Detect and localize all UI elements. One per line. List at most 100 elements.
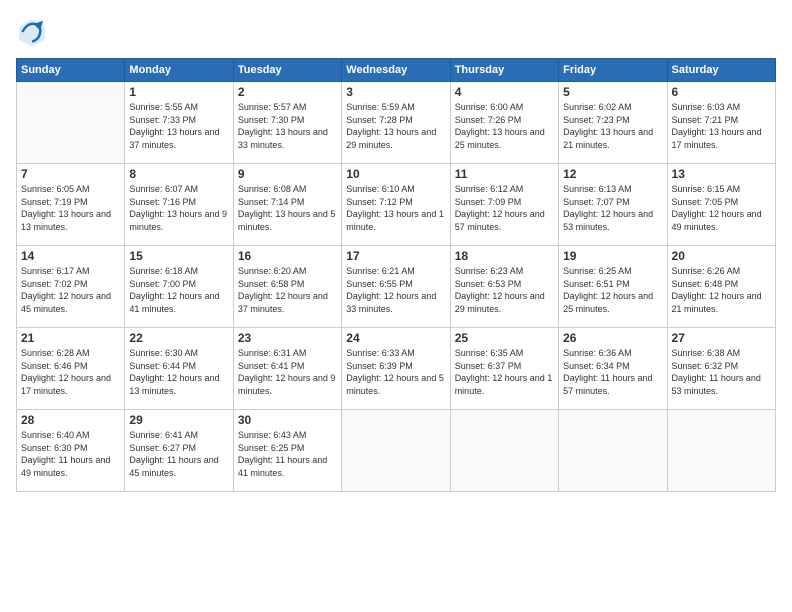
day-info: Sunrise: 6:33 AMSunset: 6:39 PMDaylight:… [346,347,445,397]
day-cell: 5 Sunrise: 6:02 AMSunset: 7:23 PMDaylight… [559,82,667,164]
day-info: Sunrise: 6:07 AMSunset: 7:16 PMDaylight:… [129,183,228,233]
day-number: 5 [563,85,662,99]
day-number: 10 [346,167,445,181]
day-cell: 17 Sunrise: 6:21 AMSunset: 6:55 PMDayligh… [342,246,450,328]
day-number: 30 [238,413,337,427]
week-row-3: 14 Sunrise: 6:17 AMSunset: 7:02 PMDayligh… [17,246,776,328]
day-info: Sunrise: 6:17 AMSunset: 7:02 PMDaylight:… [21,265,120,315]
day-number: 2 [238,85,337,99]
day-cell: 27 Sunrise: 6:38 AMSunset: 6:32 PMDayligh… [667,328,775,410]
calendar: SundayMondayTuesdayWednesdayThursdayFrid… [16,58,776,492]
day-number: 7 [21,167,120,181]
day-info: Sunrise: 6:08 AMSunset: 7:14 PMDaylight:… [238,183,337,233]
day-info: Sunrise: 5:57 AMSunset: 7:30 PMDaylight:… [238,101,337,151]
day-number: 29 [129,413,228,427]
day-cell: 18 Sunrise: 6:23 AMSunset: 6:53 PMDayligh… [450,246,558,328]
day-cell: 25 Sunrise: 6:35 AMSunset: 6:37 PMDayligh… [450,328,558,410]
weekday-monday: Monday [125,59,233,82]
day-info: Sunrise: 6:20 AMSunset: 6:58 PMDaylight:… [238,265,337,315]
day-cell: 4 Sunrise: 6:00 AMSunset: 7:26 PMDaylight… [450,82,558,164]
day-number: 6 [672,85,771,99]
day-cell: 28 Sunrise: 6:40 AMSunset: 6:30 PMDayligh… [17,410,125,492]
day-cell: 23Sunrise: 6:31 AMSunset: 6:41 PMDayligh… [233,328,341,410]
day-cell: 13 Sunrise: 6:15 AMSunset: 7:05 PMDayligh… [667,164,775,246]
day-cell [667,410,775,492]
week-row-5: 28 Sunrise: 6:40 AMSunset: 6:30 PMDayligh… [17,410,776,492]
day-cell: 3Sunrise: 5:59 AMSunset: 7:28 PMDaylight… [342,82,450,164]
day-number: 1 [129,85,228,99]
weekday-tuesday: Tuesday [233,59,341,82]
day-info: Sunrise: 5:55 AMSunset: 7:33 PMDaylight:… [129,101,228,151]
day-cell: 12 Sunrise: 6:13 AMSunset: 7:07 PMDayligh… [559,164,667,246]
day-cell [342,410,450,492]
day-info: Sunrise: 6:10 AMSunset: 7:12 PMDaylight:… [346,183,445,233]
day-cell [450,410,558,492]
day-number: 19 [563,249,662,263]
week-row-4: 21 Sunrise: 6:28 AMSunset: 6:46 PMDayligh… [17,328,776,410]
day-number: 21 [21,331,120,345]
day-cell: 29 Sunrise: 6:41 AMSunset: 6:27 PMDayligh… [125,410,233,492]
day-cell: 2 Sunrise: 5:57 AMSunset: 7:30 PMDaylight… [233,82,341,164]
day-number: 26 [563,331,662,345]
day-cell: 11Sunrise: 6:12 AMSunset: 7:09 PMDayligh… [450,164,558,246]
day-info: Sunrise: 6:43 AMSunset: 6:25 PMDaylight:… [238,429,337,479]
day-cell: 30 Sunrise: 6:43 AMSunset: 6:25 PMDayligh… [233,410,341,492]
logo-icon [16,16,48,48]
day-number: 13 [672,167,771,181]
day-number: 17 [346,249,445,263]
day-info: Sunrise: 6:15 AMSunset: 7:05 PMDaylight:… [672,183,771,233]
day-info: Sunrise: 6:35 AMSunset: 6:37 PMDaylight:… [455,347,554,397]
day-cell: 26 Sunrise: 6:36 AMSunset: 6:34 PMDayligh… [559,328,667,410]
day-info: Sunrise: 6:02 AMSunset: 7:23 PMDaylight:… [563,101,662,151]
day-number: 28 [21,413,120,427]
day-cell: 7 Sunrise: 6:05 AMSunset: 7:19 PMDaylight… [17,164,125,246]
day-cell: 16 Sunrise: 6:20 AMSunset: 6:58 PMDayligh… [233,246,341,328]
header [16,16,776,48]
day-number: 16 [238,249,337,263]
day-number: 9 [238,167,337,181]
day-cell: 15 Sunrise: 6:18 AMSunset: 7:00 PMDayligh… [125,246,233,328]
weekday-header-row: SundayMondayTuesdayWednesdayThursdayFrid… [17,59,776,82]
day-cell [17,82,125,164]
day-info: Sunrise: 6:03 AMSunset: 7:21 PMDaylight:… [672,101,771,151]
day-number: 24 [346,331,445,345]
day-info: Sunrise: 6:38 AMSunset: 6:32 PMDaylight:… [672,347,771,397]
day-info: Sunrise: 6:41 AMSunset: 6:27 PMDaylight:… [129,429,228,479]
day-cell: 24 Sunrise: 6:33 AMSunset: 6:39 PMDayligh… [342,328,450,410]
day-info: Sunrise: 6:05 AMSunset: 7:19 PMDaylight:… [21,183,120,233]
day-number: 11 [455,167,554,181]
day-cell: 1 Sunrise: 5:55 AMSunset: 7:33 PMDaylight… [125,82,233,164]
day-info: Sunrise: 6:23 AMSunset: 6:53 PMDaylight:… [455,265,554,315]
day-info: Sunrise: 6:00 AMSunset: 7:26 PMDaylight:… [455,101,554,151]
day-info: Sunrise: 6:25 AMSunset: 6:51 PMDaylight:… [563,265,662,315]
day-info: Sunrise: 5:59 AMSunset: 7:28 PMDaylight:… [346,101,445,151]
day-number: 27 [672,331,771,345]
week-row-2: 7 Sunrise: 6:05 AMSunset: 7:19 PMDaylight… [17,164,776,246]
day-info: Sunrise: 6:40 AMSunset: 6:30 PMDaylight:… [21,429,120,479]
day-number: 25 [455,331,554,345]
day-cell [559,410,667,492]
day-info: Sunrise: 6:13 AMSunset: 7:07 PMDaylight:… [563,183,662,233]
day-info: Sunrise: 6:30 AMSunset: 6:44 PMDaylight:… [129,347,228,397]
day-number: 4 [455,85,554,99]
day-cell: 14 Sunrise: 6:17 AMSunset: 7:02 PMDayligh… [17,246,125,328]
day-cell: 20Sunrise: 6:26 AMSunset: 6:48 PMDayligh… [667,246,775,328]
weekday-saturday: Saturday [667,59,775,82]
day-number: 12 [563,167,662,181]
day-info: Sunrise: 6:31 AMSunset: 6:41 PMDaylight:… [238,347,337,397]
day-cell: 22 Sunrise: 6:30 AMSunset: 6:44 PMDayligh… [125,328,233,410]
day-number: 22 [129,331,228,345]
weekday-sunday: Sunday [17,59,125,82]
week-row-1: 1 Sunrise: 5:55 AMSunset: 7:33 PMDaylight… [17,82,776,164]
weekday-friday: Friday [559,59,667,82]
day-info: Sunrise: 6:18 AMSunset: 7:00 PMDaylight:… [129,265,228,315]
day-info: Sunrise: 6:26 AMSunset: 6:48 PMDaylight:… [672,265,771,315]
day-number: 14 [21,249,120,263]
day-number: 15 [129,249,228,263]
day-cell: 10 Sunrise: 6:10 AMSunset: 7:12 PMDayligh… [342,164,450,246]
day-info: Sunrise: 6:28 AMSunset: 6:46 PMDaylight:… [21,347,120,397]
day-number: 18 [455,249,554,263]
weekday-wednesday: Wednesday [342,59,450,82]
day-info: Sunrise: 6:36 AMSunset: 6:34 PMDaylight:… [563,347,662,397]
day-info: Sunrise: 6:21 AMSunset: 6:55 PMDaylight:… [346,265,445,315]
